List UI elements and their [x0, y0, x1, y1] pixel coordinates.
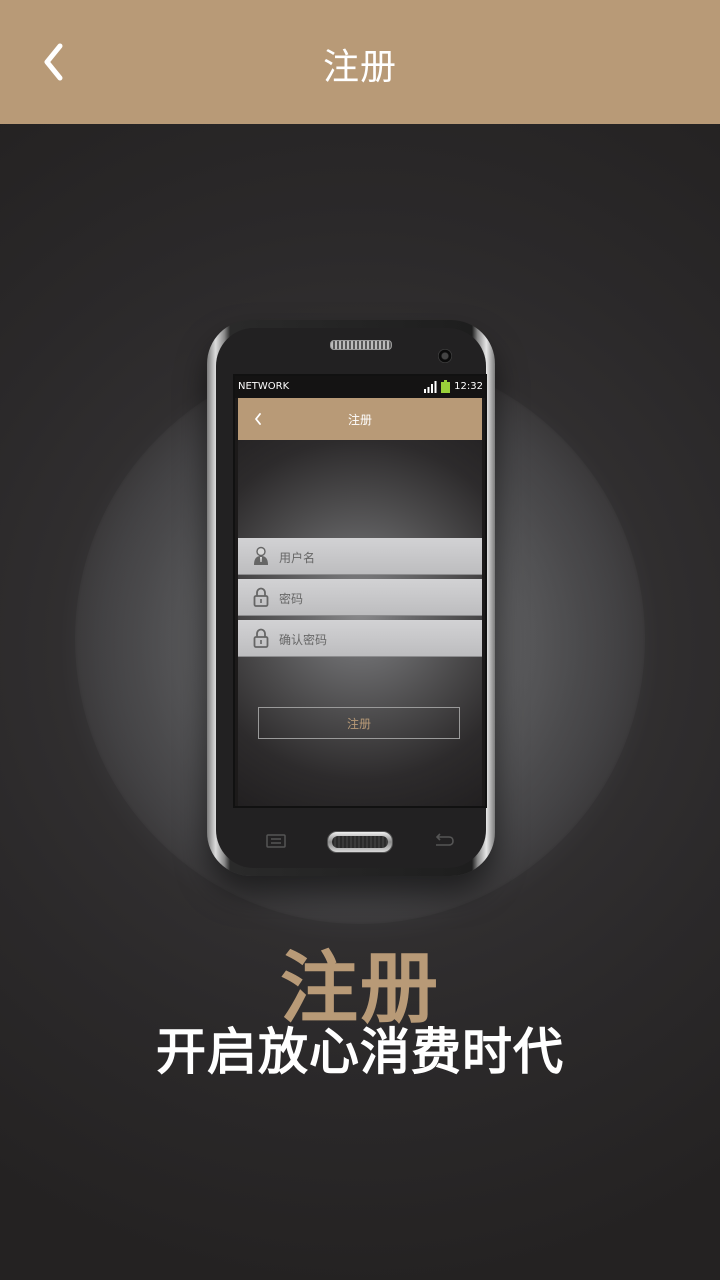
top-bar: 注册 — [0, 0, 720, 124]
phone-speaker — [330, 340, 392, 350]
confirm-password-field: 确认密码 — [238, 620, 482, 657]
page-title: 注册 — [322, 47, 397, 88]
status-bar: NETWORK 12:32 — [235, 376, 485, 398]
menu-icon — [266, 834, 286, 848]
confirm-password-placeholder: 确认密码 — [279, 633, 328, 647]
screen-header: 注册 — [238, 398, 482, 440]
signal-icon — [424, 380, 437, 393]
username-placeholder: 用户名 — [279, 551, 316, 565]
phone-illustration: NETWORK 12:32 注册 用户名 密码 确认密码 注册 — [207, 320, 495, 876]
home-button-icon — [327, 831, 393, 853]
battery-icon — [441, 380, 451, 393]
password-field: 密码 — [238, 579, 482, 616]
network-label: NETWORK — [238, 381, 290, 392]
screen-register-button: 注册 — [258, 707, 460, 739]
hero-tagline: 开启放心消费时代 — [156, 1023, 564, 1081]
screen-title: 注册 — [347, 413, 372, 427]
password-placeholder: 密码 — [279, 592, 304, 606]
phone-screen: NETWORK 12:32 注册 用户名 密码 确认密码 注册 — [233, 374, 487, 808]
screen-content: 用户名 密码 确认密码 注册 — [238, 440, 482, 806]
camera-icon — [438, 349, 452, 363]
phone-body: NETWORK 12:32 注册 用户名 密码 确认密码 注册 — [216, 328, 487, 868]
lock-icon — [253, 628, 269, 648]
lock-icon — [253, 587, 269, 607]
back-arrow-icon — [435, 833, 454, 846]
user-icon — [254, 546, 268, 565]
username-field: 用户名 — [238, 538, 482, 575]
status-time: 12:32 — [454, 381, 483, 392]
